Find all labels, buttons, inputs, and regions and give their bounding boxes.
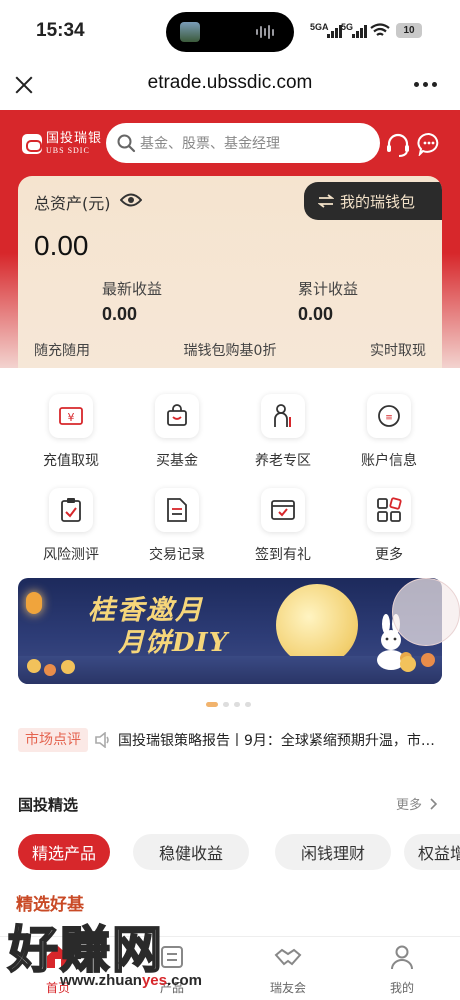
- cell-signal-icon-2: [352, 24, 367, 38]
- section-title: 国投精选: [18, 796, 79, 814]
- news-headline[interactable]: 国投瑞银策略报告丨9月：全球紧缩预期升温，市场...: [118, 730, 448, 750]
- home-icon: [47, 946, 69, 968]
- menu-recharge-withdraw[interactable]: ¥ 充值取现: [16, 394, 126, 470]
- more-options-icon[interactable]: [414, 82, 437, 87]
- status-time: 15:34: [36, 20, 85, 41]
- speaker-icon: [95, 732, 109, 748]
- url-display: etrade.ubssdic.com: [147, 72, 313, 93]
- menu-check-in-gift[interactable]: 签到有礼: [228, 488, 338, 564]
- asset-card: 总资产(元) 我的瑞钱包 0.00 最新收益 0.00 累计收益 0.00 随充…: [18, 176, 442, 368]
- wifi-icon: [370, 23, 390, 36]
- tab-label: 首页: [45, 981, 70, 995]
- tab-stable-income[interactable]: 稳健收益: [133, 834, 249, 870]
- bottom-tab-bar: 首页 产品 瑞友会 我的: [0, 936, 460, 1000]
- wallet-features: 随充随用 瑞钱包购基0折 实时取现: [34, 340, 426, 360]
- my-wallet-button[interactable]: 我的瑞钱包: [304, 182, 442, 220]
- menu-buy-fund[interactable]: 买基金: [122, 394, 232, 470]
- swap-icon: [318, 194, 334, 208]
- menu-label: 更多: [375, 547, 403, 563]
- total-assets-value: 0.00: [34, 230, 89, 261]
- my-wallet-label: 我的瑞钱包: [340, 192, 416, 211]
- menu-label: 签到有礼: [255, 547, 311, 563]
- latest-income-label: 最新收益: [102, 280, 163, 298]
- svg-text:≡: ≡: [385, 413, 393, 423]
- calendar-check-icon: [261, 488, 305, 532]
- menu-transaction-records[interactable]: 交易记录: [122, 488, 232, 564]
- tab-home[interactable]: 首页: [18, 943, 98, 996]
- menu-more[interactable]: 更多: [334, 488, 444, 564]
- latest-income-value: 0.00: [102, 304, 138, 324]
- menu-label: 充值取现: [43, 453, 99, 469]
- browser-bar: etrade.ubssdic.com: [0, 60, 460, 110]
- total-assets-label: 总资产(元): [34, 194, 111, 213]
- more-link[interactable]: 更多: [396, 794, 422, 813]
- tab-label: 产品: [159, 981, 184, 995]
- clipboard-check-icon: [49, 488, 93, 532]
- tab-products[interactable]: 产品: [132, 943, 212, 996]
- now-playing-thumbnail: [180, 22, 200, 42]
- tab-featured-products[interactable]: 精选产品: [18, 834, 110, 870]
- feature-item: 实时取现: [369, 343, 426, 359]
- menu-pension-zone[interactable]: 养老专区: [228, 394, 338, 470]
- cumulative-income-label: 累计收益: [298, 280, 359, 298]
- menu-risk-assessment[interactable]: 风险测评: [16, 488, 126, 564]
- svg-text:¥: ¥: [68, 411, 75, 424]
- eye-icon[interactable]: [120, 192, 142, 208]
- flowers-decoration: [27, 659, 75, 676]
- message-icon[interactable]: [417, 132, 441, 156]
- customer-service-icon[interactable]: [385, 132, 411, 158]
- tab-equity[interactable]: 权益增: [404, 834, 460, 870]
- user-icon: [391, 945, 413, 970]
- logo-english-name: UBS SDIC: [46, 146, 90, 155]
- menu-label: 风险测评: [43, 547, 99, 563]
- menu-label: 交易记录: [149, 547, 205, 563]
- status-bar: 15:34 5GA 5G 10: [0, 0, 460, 60]
- flowers-decoration-right: [400, 653, 435, 672]
- audio-wave-icon: [256, 25, 278, 39]
- market-news-ticker[interactable]: 市场点评 国投瑞银策略报告丨9月：全球紧缩预期升温，市场...: [18, 726, 448, 754]
- tab-idle-cash[interactable]: 闲钱理财: [275, 834, 391, 870]
- signal-5ga-label: 5GA: [310, 22, 329, 32]
- mid-autumn-banner[interactable]: 桂香邀月 月饼DIY: [18, 578, 442, 684]
- product-icon: [161, 946, 183, 968]
- menu-account-info[interactable]: ≡ 账户信息: [334, 394, 444, 470]
- cumulative-income-value: 0.00: [298, 304, 334, 324]
- tab-label: 我的: [389, 981, 414, 995]
- menu-label: 养老专区: [255, 453, 311, 469]
- feature-item: 瑞钱包购基0折: [183, 343, 277, 359]
- shopping-bag-icon: [155, 394, 199, 438]
- market-comment-tag: 市场点评: [18, 728, 88, 752]
- tab-label: 瑞友会: [269, 981, 306, 995]
- elder-icon: [261, 394, 305, 438]
- brand-logo: 国投瑞银 UBS SDIC: [22, 132, 102, 155]
- document-icon: [155, 488, 199, 532]
- grid-icon: [367, 488, 411, 532]
- carousel-indicator: [206, 702, 251, 707]
- search-icon: [117, 134, 136, 153]
- logo-mark-icon: [22, 133, 42, 154]
- feature-item: 随充随用: [34, 343, 90, 359]
- search-input[interactable]: 基金、股票、基金经理: [106, 123, 380, 163]
- dynamic-island: [166, 12, 294, 52]
- featured-section: 国投精选 更多 精选产品 稳健收益 闲钱理财 权益增 精选好基: [0, 776, 460, 936]
- battery-indicator: 10: [396, 23, 422, 38]
- recharge-icon: ¥: [49, 394, 93, 438]
- floating-badge[interactable]: [392, 578, 460, 646]
- banner-title-line2: 月饼DIY: [118, 628, 229, 658]
- tab-mine[interactable]: 我的: [362, 943, 442, 996]
- main-content: ¥ 充值取现 买基金 养老专区 ≡ 账户信息 风险测评 交易记录 签到有礼 更多…: [0, 368, 460, 776]
- menu-label: 账户信息: [361, 453, 417, 469]
- tab-club[interactable]: 瑞友会: [248, 943, 328, 996]
- handshake-icon: [274, 948, 302, 966]
- menu-label: 买基金: [156, 453, 198, 469]
- moon-illustration: [276, 584, 358, 666]
- account-icon: ≡: [367, 394, 411, 438]
- cell-signal-icon: [327, 24, 342, 38]
- logo-chinese-name: 国投瑞银: [46, 131, 103, 146]
- featured-funds-heading: 精选好基: [16, 895, 84, 915]
- lantern-icon: [26, 592, 42, 614]
- search-placeholder: 基金、股票、基金经理: [140, 136, 280, 152]
- chevron-right-icon[interactable]: [430, 798, 438, 810]
